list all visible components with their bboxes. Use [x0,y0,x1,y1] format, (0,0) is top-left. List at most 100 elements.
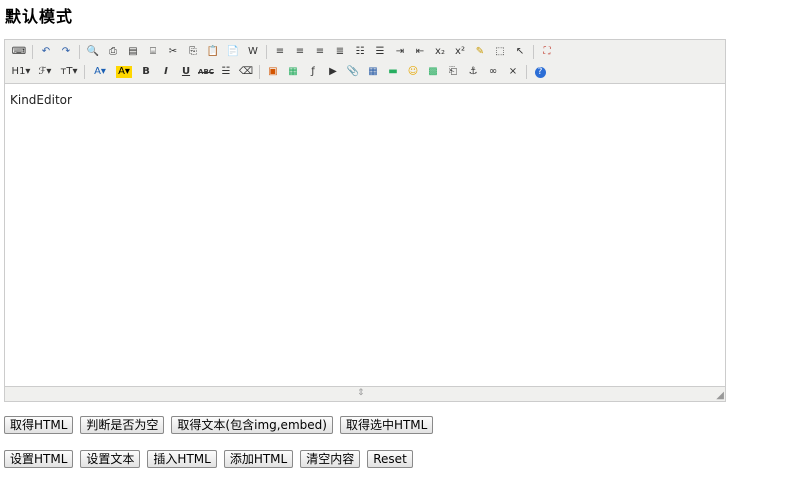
align-right-button[interactable]: ≡ [310,43,330,61]
multi-image-button[interactable]: ▦ [283,63,303,81]
outdent-button[interactable]: ⇤ [410,43,430,61]
link-icon: ∞ [488,66,498,77]
cut-icon: ✂ [168,46,178,57]
align-justify-button[interactable]: ≣ [330,43,350,61]
paste-icon: 📋 [206,46,220,57]
font-size-icon: тT▾ [60,66,78,77]
set-html-button[interactable]: 设置HTML [4,450,74,468]
preview-icon: 🔍 [86,46,100,57]
set-text-button[interactable]: 设置文本 [80,450,141,468]
pointer-button[interactable]: ↖ [510,43,530,61]
bold-button[interactable]: B [136,63,156,81]
hr-button[interactable]: ▬ [383,63,403,81]
is-empty-button[interactable]: 判断是否为空 [80,416,165,434]
flash-button[interactable]: ƒ [303,63,323,81]
emoticon-button[interactable]: ☺ [403,63,423,81]
append-html-button[interactable]: 添加HTML [223,450,294,468]
fullscreen-icon: ⛶ [543,46,551,57]
text-color-button[interactable]: A▾ [88,63,112,81]
button-row-1: 取得HTML 判断是否为空 取得文本(包含img,embed) 取得选中HTML [4,416,434,434]
reset-button[interactable]: Reset [367,450,413,468]
page-break-button[interactable]: ⎗ [443,63,463,81]
toolbar-separator [259,65,260,79]
attachment-icon: 📎 [346,66,360,77]
get-html-button[interactable]: 取得HTML [4,416,74,434]
code-button[interactable]: ⌸ [143,43,163,61]
editor-content-text[interactable]: KindEditor [10,93,72,107]
text-color-icon: A▾ [94,66,106,77]
resize-handle-icon[interactable]: ⇕ [357,388,365,398]
heading-icon: H1▾ [11,66,31,77]
media-button[interactable]: ▶ [323,63,343,81]
subscript-button[interactable]: x₂ [430,43,450,61]
heading-button[interactable]: H1▾ [9,63,33,81]
insert-html-button[interactable]: 插入HTML [147,450,217,468]
select-all-icon: ⬚ [495,46,505,57]
editor-statusbar: ⇕ ◢ [5,386,725,401]
baidu-map-icon: ▩ [428,66,438,77]
help-icon: ? [534,66,546,78]
clear-format-icon: ✎ [475,46,485,57]
source-button[interactable]: ⌨ [9,43,29,61]
pointer-icon: ↖ [515,46,525,57]
indent-button[interactable]: ⇥ [390,43,410,61]
corner-resize-icon[interactable]: ◢ [716,390,724,401]
toolbar-separator [32,45,33,59]
clear-format-button[interactable]: ✎ [470,43,490,61]
image-icon: ▣ [268,66,278,77]
align-center-button[interactable]: ≡ [290,43,310,61]
paste-word-button[interactable]: W [243,43,263,61]
fullscreen-button[interactable]: ⛶ [537,43,557,61]
help-button[interactable]: ? [530,63,550,81]
get-selected-html-button[interactable]: 取得选中HTML [339,416,434,434]
toolbar-separator [79,45,80,59]
baidu-map-button[interactable]: ▩ [423,63,443,81]
image-button[interactable]: ▣ [263,63,283,81]
unlink-button[interactable]: ⨯ [503,63,523,81]
template-button[interactable]: ▤ [123,43,143,61]
toolbar-separator [84,65,85,79]
attachment-button[interactable]: 📎 [343,63,363,81]
superscript-button[interactable]: x² [450,43,470,61]
emoticon-icon: ☺ [407,66,419,77]
italic-button[interactable]: I [156,63,176,81]
undo-button[interactable]: ↶ [36,43,56,61]
print-button[interactable]: ⎙ [103,43,123,61]
clear-content-button[interactable]: 清空内容 [300,450,361,468]
unlink-icon: ⨯ [508,66,518,77]
underline-button[interactable]: U [176,63,196,81]
cut-button[interactable]: ✂ [163,43,183,61]
paste-button[interactable]: 📋 [203,43,223,61]
redo-button[interactable]: ↷ [56,43,76,61]
unordered-list-button[interactable]: ☰ [370,43,390,61]
bold-icon: B [142,66,150,77]
ordered-list-button[interactable]: ☷ [350,43,370,61]
link-button[interactable]: ∞ [483,63,503,81]
get-text-button[interactable]: 取得文本(包含img,embed) [171,416,333,434]
redo-icon: ↷ [61,46,71,57]
editor-content-area[interactable]: KindEditor [5,85,725,384]
copy-button[interactable]: ⎘ [183,43,203,61]
superscript-icon: x² [455,46,465,57]
print-icon: ⎙ [109,46,117,57]
page-title: 默认模式 [5,7,74,26]
align-left-icon: ≡ [275,46,285,57]
anchor-button[interactable]: ⚓ [463,63,483,81]
remove-format-icon: ⌫ [238,66,254,77]
toolbar-separator [266,45,267,59]
hr-icon: ▬ [388,66,398,77]
outdent-icon: ⇤ [415,46,425,57]
strikethrough-button[interactable]: ABC [196,63,216,81]
select-all-button[interactable]: ⬚ [490,43,510,61]
paste-plain-button[interactable]: 📄 [223,43,243,61]
line-height-button[interactable]: ☱ [216,63,236,81]
highlight-color-button[interactable]: A▾ [112,63,136,81]
align-left-button[interactable]: ≡ [270,43,290,61]
font-family-button[interactable]: ℱ▾ [33,63,57,81]
toolbar-row-1: ⌨ ↶ ↷ 🔍 ⎙ ▤ ⌸ ✂ ⎘ 📋 📄 W ≡ ≡ ≡ ≣ ☷ ☰ ⇥ ⇤ x₂ x² ✎ ⬚ ↖ ⛶ [9,42,721,62]
font-size-button[interactable]: тT▾ [57,63,81,81]
subscript-icon: x₂ [435,46,445,57]
remove-format-button[interactable]: ⌫ [236,63,256,81]
preview-button[interactable]: 🔍 [83,43,103,61]
table-button[interactable]: ▦ [363,63,383,81]
